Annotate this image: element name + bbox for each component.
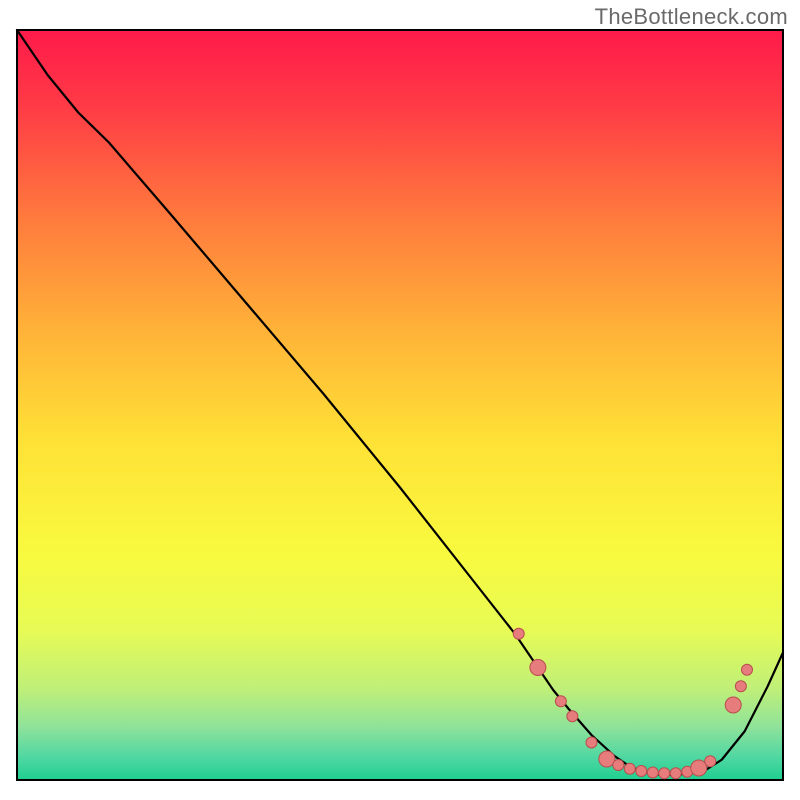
watermark-label: TheBottleneck.com bbox=[595, 4, 788, 30]
marker-dot bbox=[586, 737, 597, 748]
marker-dot bbox=[691, 760, 707, 776]
marker-dot bbox=[725, 697, 741, 713]
chart-stage: TheBottleneck.com bbox=[0, 0, 800, 800]
marker-dot bbox=[624, 763, 635, 774]
plot-background bbox=[17, 30, 783, 780]
marker-dot bbox=[735, 681, 746, 692]
marker-dot bbox=[670, 768, 681, 779]
marker-dot bbox=[659, 768, 670, 779]
marker-dot bbox=[705, 756, 716, 767]
marker-dot bbox=[530, 660, 546, 676]
chart-svg bbox=[0, 0, 800, 800]
marker-dot bbox=[636, 766, 647, 777]
marker-dot bbox=[555, 696, 566, 707]
marker-dot bbox=[567, 711, 578, 722]
marker-dot bbox=[613, 760, 624, 771]
marker-dot bbox=[742, 664, 753, 675]
marker-dot bbox=[513, 628, 524, 639]
marker-dot bbox=[647, 767, 658, 778]
